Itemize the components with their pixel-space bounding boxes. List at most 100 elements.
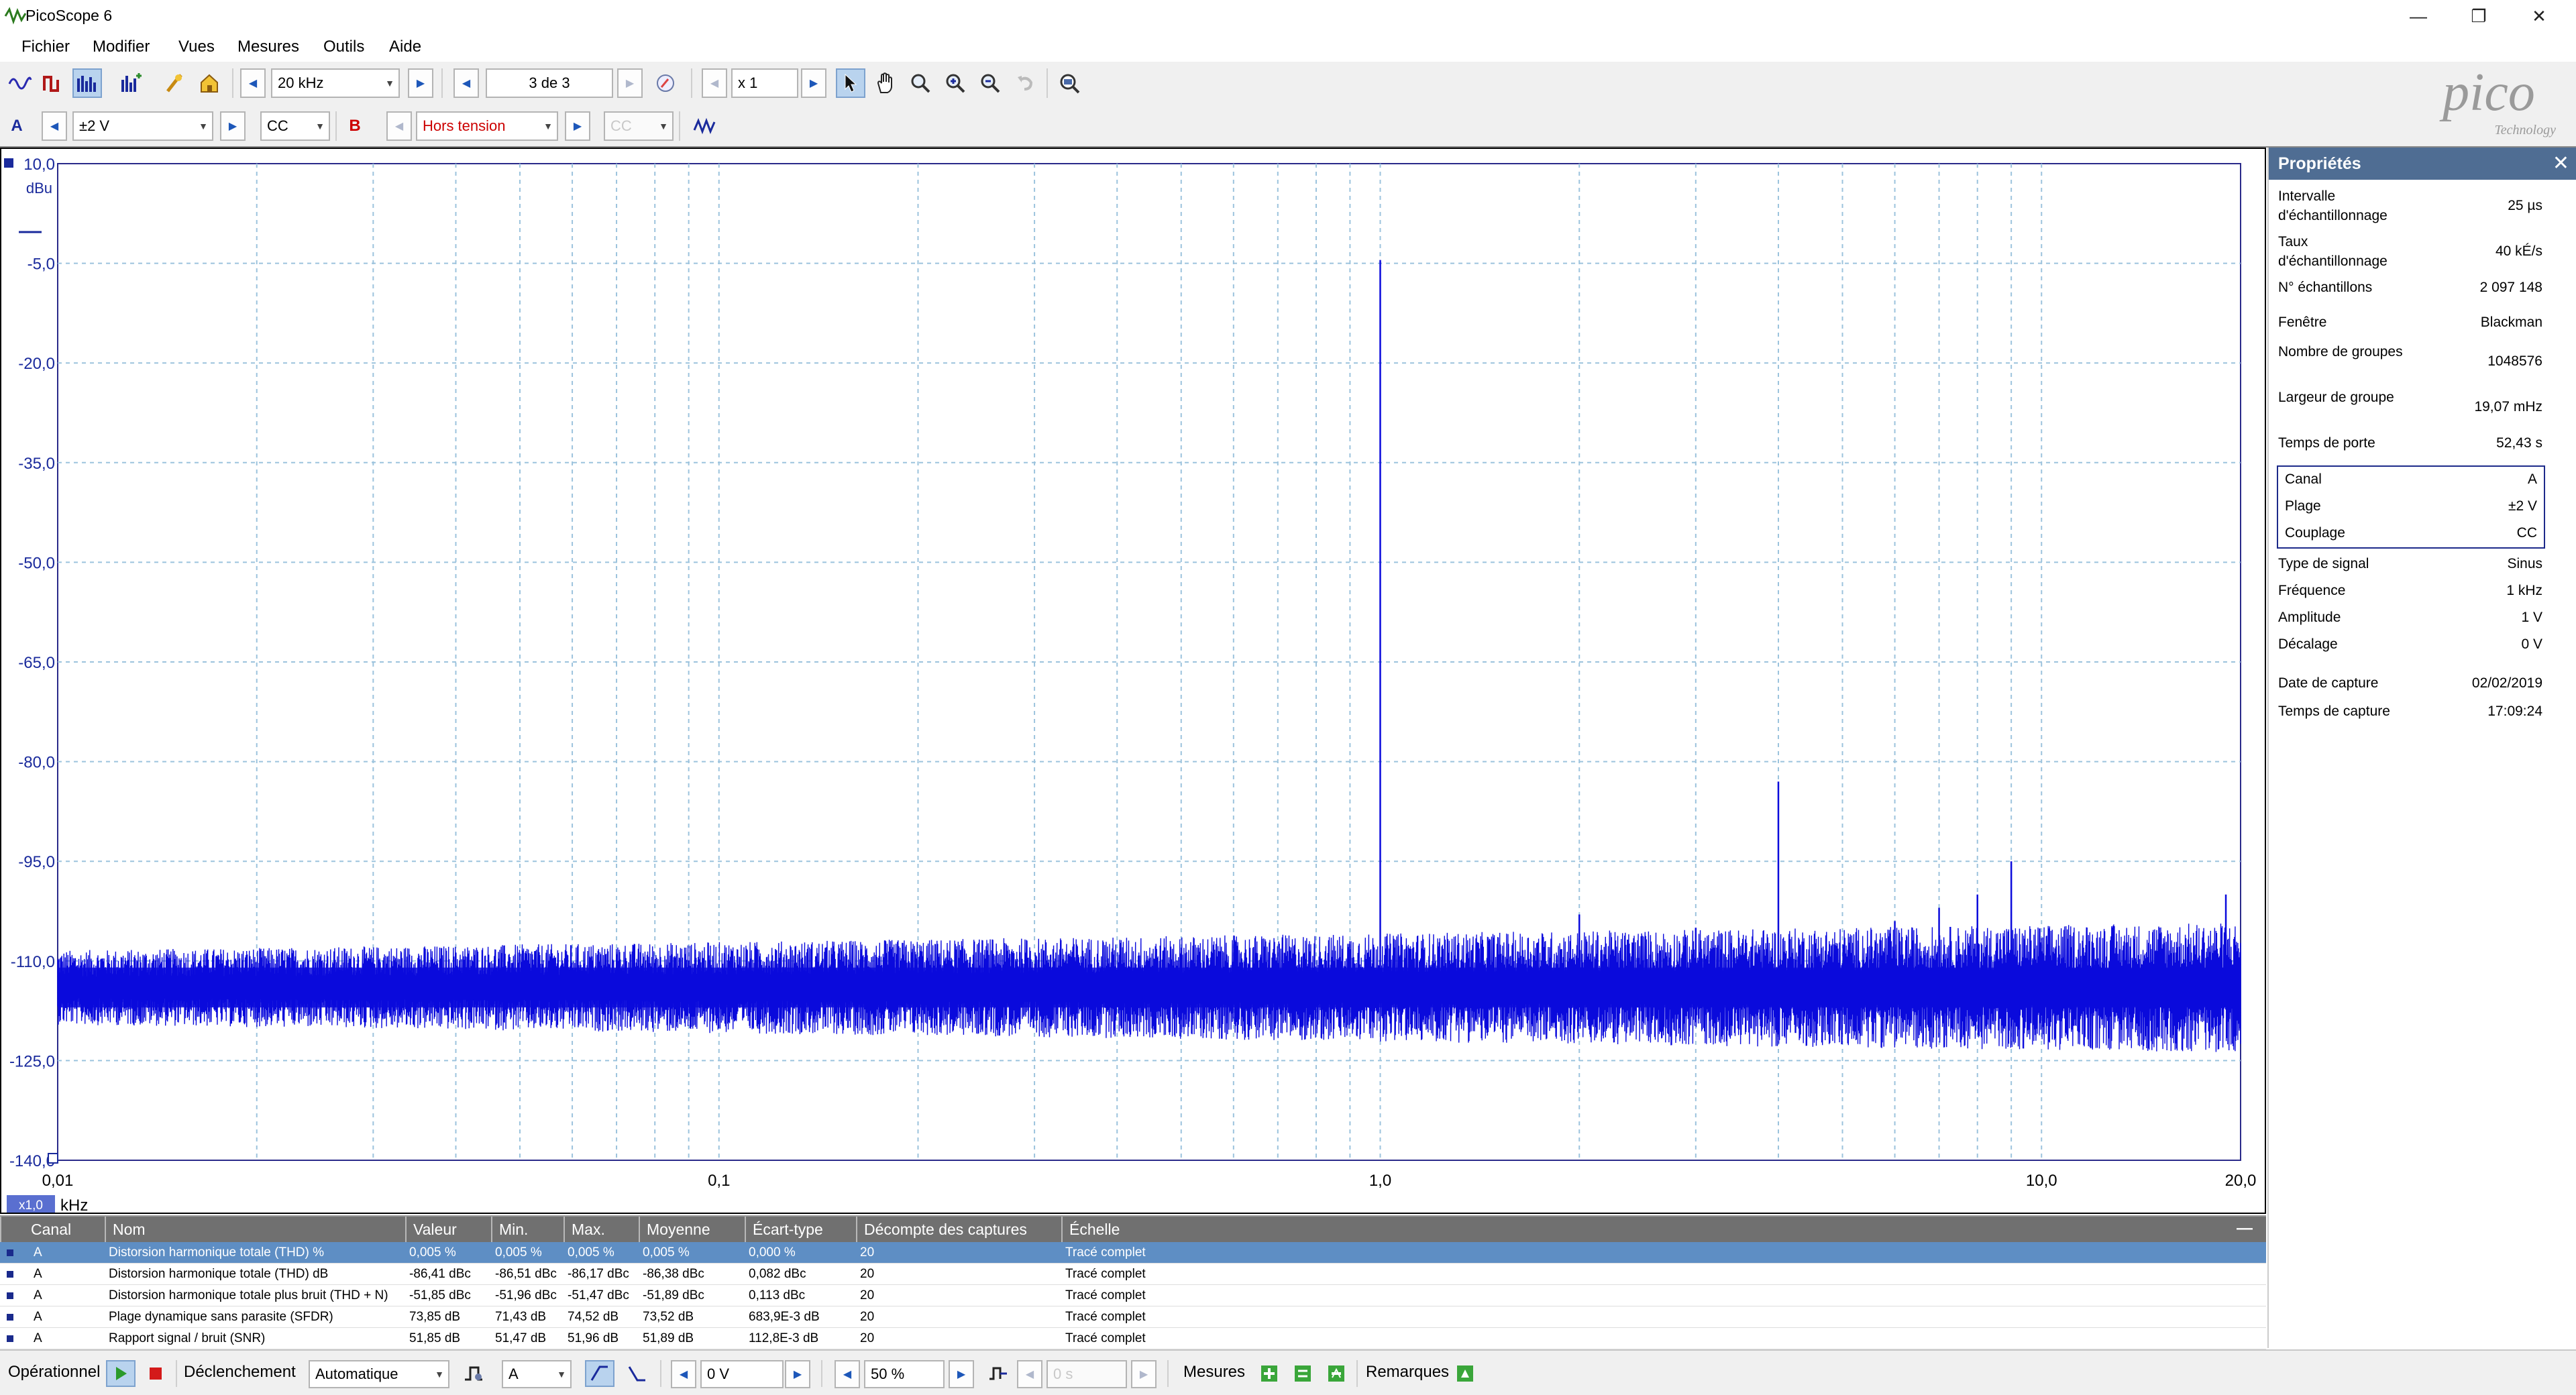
- notes-icon[interactable]: [1450, 1360, 1480, 1387]
- stop-button[interactable]: [141, 1360, 170, 1387]
- channel-b-options-button[interactable]: B: [341, 111, 369, 141]
- table-cell: Tracé complet: [1065, 1245, 1146, 1260]
- col-header-min[interactable]: Min.: [491, 1217, 564, 1242]
- col-header-decompte[interactable]: Décompte des captures: [856, 1217, 1061, 1242]
- spectrum-view[interactable]: 10,0 -5,0 -20,0 -35,0 -50,0 -65,0 -80,0 -95,0 -1…: [0, 148, 2266, 1214]
- channel-a-range-select[interactable]: ±2 V ▼: [72, 111, 213, 141]
- frequency-prev-button[interactable]: ◀: [240, 68, 266, 98]
- table-row[interactable]: A Distorsion harmonique totale (THD) dB -8…: [0, 1264, 2266, 1285]
- falling-edge-icon[interactable]: [623, 1360, 652, 1387]
- channel-a-coupling-select[interactable]: CC ▼: [260, 111, 330, 141]
- menu-fichier[interactable]: Fichier: [21, 36, 70, 58]
- persistence-mode-icon[interactable]: [39, 68, 68, 98]
- spectrum-chart[interactable]: 10,0 -5,0 -20,0 -35,0 -50,0 -65,0 -80,0 -95,0 -1…: [1, 149, 2265, 1213]
- axis-origin-marker[interactable]: [48, 1153, 58, 1164]
- zoom-factor-field[interactable]: x 1: [731, 68, 798, 98]
- channel-b-range-next-button[interactable]: ▶: [565, 111, 590, 141]
- table-cell: 112,8E-3 dB: [749, 1331, 819, 1345]
- menu-mesures[interactable]: Mesures: [237, 36, 299, 58]
- trigger-level-field[interactable]: 0 V: [700, 1360, 784, 1388]
- minimize-button[interactable]: —: [2388, 0, 2449, 32]
- zoom-prev-button[interactable]: ◀: [702, 68, 727, 98]
- zoom-overview-icon[interactable]: [1055, 68, 1084, 98]
- delete-measurement-icon[interactable]: [1322, 1360, 1351, 1387]
- frequency-next-button[interactable]: ▶: [408, 68, 433, 98]
- col-header-nom[interactable]: Nom: [105, 1217, 405, 1242]
- table-row[interactable]: A Plage dynamique sans parasite (SFDR) 73,…: [0, 1306, 2266, 1328]
- rising-edge-icon[interactable]: [585, 1360, 614, 1387]
- table-cell: 683,9E-3 dB: [749, 1310, 820, 1324]
- col-header-moyenne[interactable]: Moyenne: [639, 1217, 745, 1242]
- channel-a-axis-marker[interactable]: [4, 158, 13, 168]
- zoom-area-icon[interactable]: [906, 68, 935, 98]
- channel-marker-icon: [7, 1249, 13, 1256]
- table-row[interactable]: A Distorsion harmonique totale (THD) % 0,0…: [0, 1242, 2266, 1264]
- menu-outils[interactable]: Outils: [323, 36, 364, 58]
- pico-technology-logo: pico Technology: [2439, 67, 2556, 137]
- table-cell: Distorsion harmonique totale (THD) dB: [109, 1267, 329, 1281]
- delay-next-button[interactable]: ▶: [1131, 1360, 1157, 1388]
- delay-field[interactable]: 0 s: [1046, 1360, 1127, 1388]
- pretrigger-prev-button[interactable]: ◀: [835, 1360, 860, 1388]
- table-cell: 51,89 dB: [643, 1331, 694, 1345]
- zoom-in-icon[interactable]: [941, 68, 970, 98]
- channel-b-coupling-select[interactable]: CC ▼: [604, 111, 674, 141]
- trigger-channel-select[interactable]: A ▼: [502, 1360, 572, 1388]
- collapse-icon[interactable]: —: [2237, 1219, 2253, 1238]
- table-cell: Tracé complet: [1065, 1267, 1146, 1281]
- buffer-navigator-icon[interactable]: [651, 68, 680, 98]
- col-header-ecart-type[interactable]: Écart-type: [745, 1217, 856, 1242]
- frequency-select[interactable]: 20 kHz ▼: [271, 68, 400, 98]
- property-label: Fenêtre: [2278, 315, 2327, 330]
- pretrigger-next-button[interactable]: ▶: [949, 1360, 974, 1388]
- buffer-next-button[interactable]: ▶: [617, 68, 643, 98]
- delay-prev-button[interactable]: ◀: [1017, 1360, 1042, 1388]
- probe-icon[interactable]: [160, 68, 189, 98]
- close-button[interactable]: ✕: [2509, 0, 2569, 32]
- trigger-level-prev-button[interactable]: ◀: [671, 1360, 696, 1388]
- measurements-table[interactable]: Canal Nom Valeur Min. Max. Moyenne Écart…: [0, 1215, 2266, 1349]
- scope-mode-icon[interactable]: [5, 68, 35, 98]
- y-tick-label: -20,0: [18, 355, 55, 373]
- window-title: PicoScope 6: [25, 7, 113, 24]
- menu-aide[interactable]: Aide: [389, 36, 421, 58]
- advanced-trigger-icon[interactable]: [459, 1360, 488, 1387]
- add-measurement-icon[interactable]: [1254, 1360, 1284, 1387]
- add-spectrum-icon[interactable]: [117, 68, 146, 98]
- channel-info-box: Canal A Plage ±2 V Couplage CC: [2277, 465, 2545, 549]
- delay-icon[interactable]: [983, 1360, 1013, 1387]
- menu-modifier[interactable]: Modifier: [93, 36, 150, 58]
- hand-tool-icon[interactable]: [871, 68, 900, 98]
- table-cell: A: [34, 1267, 42, 1281]
- col-header-canal[interactable]: Canal: [0, 1217, 105, 1242]
- col-header-valeur[interactable]: Valeur: [405, 1217, 491, 1242]
- pretrigger-field[interactable]: 50 %: [864, 1360, 945, 1388]
- pointer-tool-icon[interactable]: [836, 68, 865, 98]
- zoom-next-button[interactable]: ▶: [801, 68, 826, 98]
- table-row[interactable]: A Rapport signal / bruit (SNR) 51,85 dB 51,…: [0, 1328, 2266, 1349]
- trigger-mode-select[interactable]: Automatique ▼: [309, 1360, 449, 1388]
- channel-a-range-prev-button[interactable]: ◀: [42, 111, 67, 141]
- table-row[interactable]: A Distorsion harmonique totale plus bruit…: [0, 1285, 2266, 1306]
- trigger-level-next-button[interactable]: ▶: [785, 1360, 810, 1388]
- home-icon[interactable]: [195, 68, 224, 98]
- channel-b-range-select[interactable]: Hors tension ▼: [416, 111, 558, 141]
- edit-measurement-icon[interactable]: [1288, 1360, 1318, 1387]
- spectrum-mode-icon[interactable]: [72, 68, 102, 98]
- zoom-out-icon[interactable]: [975, 68, 1005, 98]
- maximize-button[interactable]: ❐: [2449, 0, 2509, 32]
- col-header-echelle[interactable]: Échelle: [1061, 1217, 2266, 1242]
- close-properties-icon[interactable]: ✕: [2553, 148, 2569, 180]
- y-tick-label: -110,0: [11, 953, 55, 971]
- channel-b-range-prev-button[interactable]: ◀: [386, 111, 412, 141]
- channel-a-options-button[interactable]: A: [3, 111, 31, 141]
- math-channels-icon[interactable]: [690, 111, 719, 141]
- undo-zoom-icon[interactable]: [1010, 68, 1040, 98]
- col-header-max[interactable]: Max.: [564, 1217, 639, 1242]
- menu-vues[interactable]: Vues: [178, 36, 215, 58]
- buffer-field[interactable]: 3 de 3: [486, 68, 613, 98]
- buffer-prev-button[interactable]: ◀: [453, 68, 479, 98]
- start-button[interactable]: [106, 1360, 136, 1387]
- table-header: Canal Nom Valeur Min. Max. Moyenne Écart…: [0, 1217, 2266, 1242]
- channel-a-range-next-button[interactable]: ▶: [220, 111, 246, 141]
